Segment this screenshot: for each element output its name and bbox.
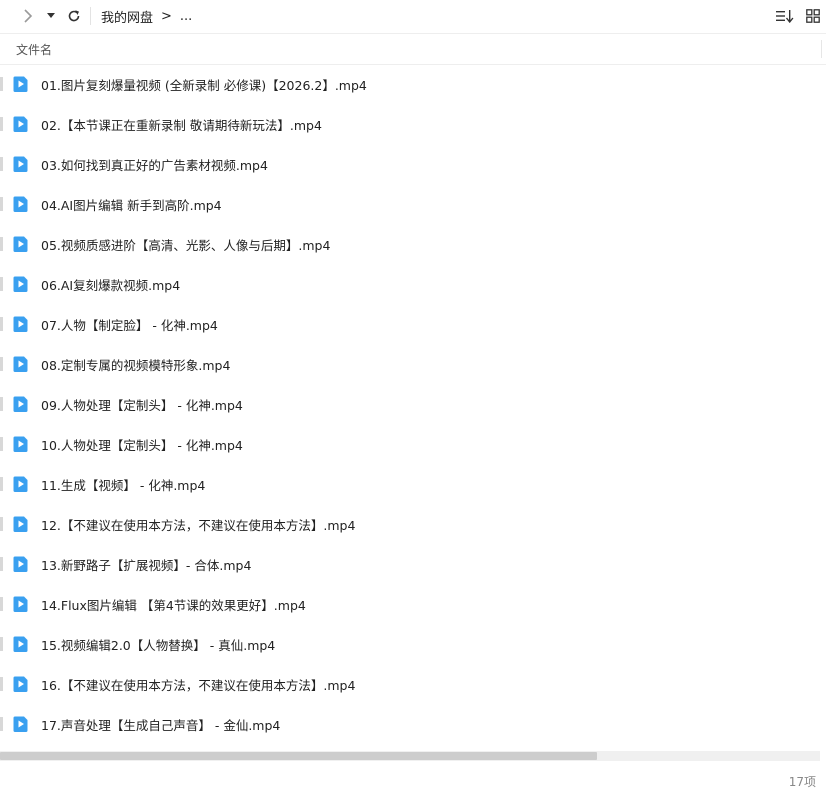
file-name: 16.【不建议在使用本方法，不建议在使用本方法】.mp4 [41, 677, 356, 693]
file-row[interactable]: 02.【本节课正在重新录制 敬请期待新玩法】.mp4 [0, 104, 826, 144]
video-file-icon [13, 436, 28, 452]
file-row[interactable]: 07.人物【制定脸】 - 化神.mp4 [0, 304, 826, 344]
file-name: 13.新野路子【扩展视频】- 合体.mp4 [41, 557, 252, 573]
file-name: 11.生成【视频】 - 化神.mp4 [41, 477, 206, 493]
file-name: 15.视频编辑2.0【人物替换】 - 真仙.mp4 [41, 637, 276, 653]
file-row[interactable]: 08.定制专属的视频模特形象.mp4 [0, 344, 826, 384]
file-name: 12.【不建议在使用本方法，不建议在使用本方法】.mp4 [41, 517, 356, 533]
breadcrumb: 我的网盘 > ... [101, 7, 200, 26]
file-name: 03.如何找到真正好的广告素材视频.mp4 [41, 157, 268, 173]
forward-button[interactable] [18, 0, 38, 32]
row-selection-marker [0, 117, 3, 131]
file-row[interactable]: 05.视频质感进阶【高清、光影、人像与后期】.mp4 [0, 224, 826, 264]
row-selection-marker [0, 677, 3, 691]
video-file-icon [13, 676, 28, 692]
column-resize-handle[interactable] [821, 40, 822, 58]
video-file-icon [13, 156, 28, 172]
video-file-icon [13, 236, 28, 252]
caret-down-icon [47, 13, 55, 18]
file-row[interactable]: 12.【不建议在使用本方法，不建议在使用本方法】.mp4 [0, 504, 826, 544]
column-header-row: 文件名 [0, 33, 826, 65]
chevron-right-icon [24, 9, 33, 23]
video-file-icon [13, 116, 28, 132]
file-row[interactable]: 13.新野路子【扩展视频】- 合体.mp4 [0, 544, 826, 584]
row-selection-marker [0, 397, 3, 411]
breadcrumb-separator: > [161, 8, 172, 24]
video-file-icon [13, 316, 28, 332]
sort-button[interactable] [774, 0, 796, 32]
refresh-button[interactable] [64, 0, 84, 32]
toolbar: 我的网盘 > ... [0, 0, 826, 32]
video-file-icon [13, 556, 28, 572]
file-name: 08.定制专属的视频模特形象.mp4 [41, 357, 231, 373]
file-name: 17.声音处理【生成自己声音】 - 金仙.mp4 [41, 717, 281, 733]
file-name: 07.人物【制定脸】 - 化神.mp4 [41, 317, 218, 333]
video-file-icon [13, 596, 28, 612]
row-selection-marker [0, 237, 3, 251]
row-selection-marker [0, 197, 3, 211]
row-selection-marker [0, 517, 3, 531]
breadcrumb-root[interactable]: 我的网盘 [101, 7, 153, 26]
file-list: 01.图片复刻爆量视频 (全新录制 必修课)【2026.2】.mp4 02.【本节… [0, 64, 826, 744]
file-name: 06.AI复刻爆款视频.mp4 [41, 277, 181, 293]
scrollbar-thumb[interactable] [0, 752, 597, 760]
row-selection-marker [0, 477, 3, 491]
video-file-icon [13, 76, 28, 92]
toolbar-divider [90, 7, 91, 25]
file-row[interactable]: 09.人物处理【定制头】 - 化神.mp4 [0, 384, 826, 424]
file-name: 04.AI图片编辑 新手到高阶.mp4 [41, 197, 222, 213]
history-dropdown-button[interactable] [44, 0, 58, 32]
video-file-icon [13, 356, 28, 372]
sort-icon [776, 10, 794, 23]
row-selection-marker [0, 597, 3, 611]
video-file-icon [13, 716, 28, 732]
file-row[interactable]: 11.生成【视频】 - 化神.mp4 [0, 464, 826, 504]
row-selection-marker [0, 717, 3, 731]
row-selection-marker [0, 157, 3, 171]
item-count: 17项 [788, 775, 816, 789]
video-file-icon [13, 636, 28, 652]
file-name: 01.图片复刻爆量视频 (全新录制 必修课)【2026.2】.mp4 [41, 77, 367, 93]
row-selection-marker [0, 357, 3, 371]
file-name: 14.Flux图片编辑 【第4节课的效果更好】.mp4 [41, 597, 306, 613]
row-selection-marker [0, 437, 3, 451]
row-selection-marker [0, 277, 3, 291]
video-file-icon [13, 516, 28, 532]
file-row[interactable]: 04.AI图片编辑 新手到高阶.mp4 [0, 184, 826, 224]
horizontal-scrollbar[interactable] [0, 751, 820, 761]
column-header-filename[interactable]: 文件名 [16, 41, 52, 58]
file-row[interactable]: 15.视频编辑2.0【人物替换】 - 真仙.mp4 [0, 624, 826, 664]
row-selection-marker [0, 557, 3, 571]
video-file-icon [13, 196, 28, 212]
refresh-icon [68, 10, 80, 22]
video-file-icon [13, 396, 28, 412]
file-name: 10.人物处理【定制头】 - 化神.mp4 [41, 437, 243, 453]
file-name: 09.人物处理【定制头】 - 化神.mp4 [41, 397, 243, 413]
video-file-icon [13, 276, 28, 292]
file-name: 02.【本节课正在重新录制 敬请期待新玩法】.mp4 [41, 117, 322, 133]
file-row[interactable]: 01.图片复刻爆量视频 (全新录制 必修课)【2026.2】.mp4 [0, 64, 826, 104]
file-row[interactable]: 16.【不建议在使用本方法，不建议在使用本方法】.mp4 [0, 664, 826, 704]
row-selection-marker [0, 317, 3, 331]
file-row[interactable]: 14.Flux图片编辑 【第4节课的效果更好】.mp4 [0, 584, 826, 624]
file-row[interactable]: 06.AI复刻爆款视频.mp4 [0, 264, 826, 304]
file-row[interactable]: 03.如何找到真正好的广告素材视频.mp4 [0, 144, 826, 184]
grid-view-icon [806, 9, 820, 23]
file-name: 05.视频质感进阶【高清、光影、人像与后期】.mp4 [41, 237, 331, 253]
grid-view-button[interactable] [802, 0, 824, 32]
row-selection-marker [0, 77, 3, 91]
video-file-icon [13, 476, 28, 492]
file-row[interactable]: 17.声音处理【生成自己声音】 - 金仙.mp4 [0, 704, 826, 744]
row-selection-marker [0, 637, 3, 651]
breadcrumb-more[interactable]: ... [180, 9, 192, 24]
file-row[interactable]: 10.人物处理【定制头】 - 化神.mp4 [0, 424, 826, 464]
